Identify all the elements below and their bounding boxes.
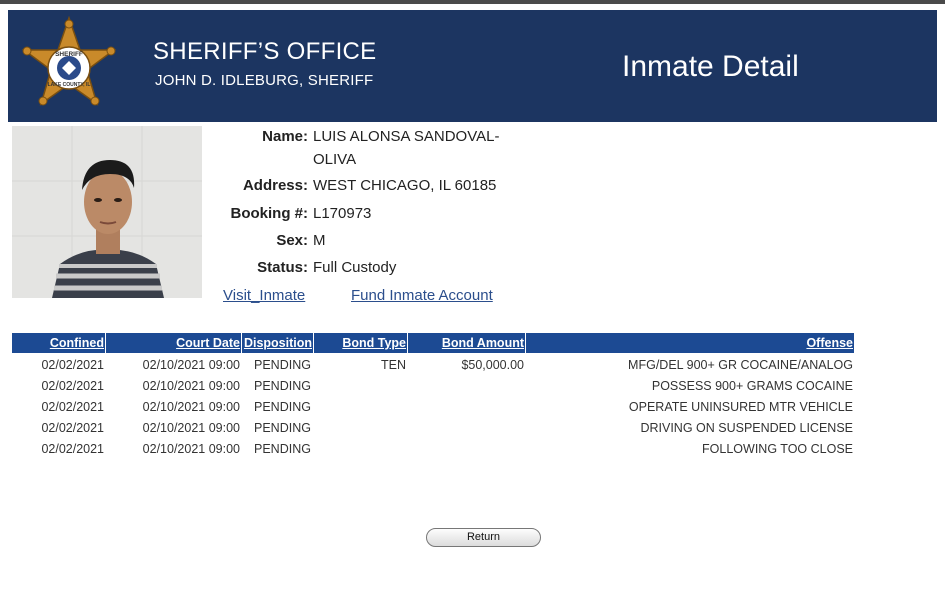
column-header-bond-amount[interactable]: Bond Amount bbox=[408, 333, 524, 353]
address-label: Address: bbox=[242, 177, 308, 194]
visit-inmate-link[interactable]: Visit_Inmate bbox=[223, 287, 305, 304]
status-label: Status: bbox=[257, 259, 308, 276]
cell-confined: 02/02/2021 bbox=[41, 379, 104, 393]
sheriff-star-badge-icon: SHERIFF LAKE COUNTY, IL bbox=[21, 16, 117, 106]
cell-bond-amount: $50,000.00 bbox=[461, 358, 524, 372]
cell-offense: OPERATE UNINSURED MTR VEHICLE bbox=[628, 400, 853, 414]
cell-confined: 02/02/2021 bbox=[41, 358, 104, 372]
cell-confined: 02/02/2021 bbox=[41, 421, 104, 435]
cell-court-date: 02/10/2021 09:00 bbox=[142, 379, 240, 393]
cell-offense: DRIVING ON SUSPENDED LICENSE bbox=[640, 421, 853, 435]
cell-confined: 02/02/2021 bbox=[41, 400, 104, 414]
cell-court-date: 02/10/2021 09:00 bbox=[142, 400, 240, 414]
inmate-name: LUIS ALONSA SANDOVAL- bbox=[313, 128, 500, 145]
cell-court-date: 02/10/2021 09:00 bbox=[142, 442, 240, 456]
office-title: SHERIFF’S OFFICE bbox=[153, 38, 377, 65]
cell-disposition: PENDING bbox=[254, 442, 311, 456]
cell-court-date: 02/10/2021 09:00 bbox=[142, 358, 240, 372]
cell-confined: 02/02/2021 bbox=[41, 442, 104, 456]
top-strip bbox=[0, 0, 945, 4]
cell-bond-type: TEN bbox=[381, 358, 406, 372]
header-banner: SHERIFF LAKE COUNTY, IL SHERIFF’S OFFICE… bbox=[8, 10, 937, 122]
return-button[interactable]: Return bbox=[426, 528, 541, 547]
svg-text:LAKE COUNTY, IL: LAKE COUNTY, IL bbox=[48, 82, 91, 88]
inmate-name-continued: OLIVA bbox=[313, 151, 357, 168]
cell-offense: POSSESS 900+ GRAMS COCAINE bbox=[651, 379, 853, 393]
cell-disposition: PENDING bbox=[254, 379, 311, 393]
sex-label: Sex: bbox=[276, 232, 308, 249]
charges-table-header: Confined Court Date Disposition Bond Typ… bbox=[12, 333, 854, 353]
cell-offense: FOLLOWING TOO CLOSE bbox=[702, 442, 853, 456]
name-label: Name: bbox=[262, 128, 308, 145]
cell-disposition: PENDING bbox=[254, 400, 311, 414]
sheriff-name: JOHN D. IDLEBURG, SHERIFF bbox=[155, 72, 374, 89]
custody-status: Full Custody bbox=[313, 259, 397, 276]
page-title: Inmate Detail bbox=[622, 50, 799, 83]
svg-text:SHERIFF: SHERIFF bbox=[55, 51, 83, 58]
fund-inmate-account-link[interactable]: Fund Inmate Account bbox=[351, 287, 493, 304]
column-header-bond-type[interactable]: Bond Type bbox=[314, 333, 406, 353]
column-header-court-date[interactable]: Court Date bbox=[106, 333, 240, 353]
cell-disposition: PENDING bbox=[254, 421, 311, 435]
cell-disposition: PENDING bbox=[254, 358, 311, 372]
inmate-address: WEST CHICAGO, IL 60185 bbox=[313, 177, 497, 194]
booking-label: Booking #: bbox=[230, 205, 309, 222]
cell-offense: MFG/DEL 900+ GR COCAINE/ANALOG bbox=[628, 358, 853, 372]
cell-court-date: 02/10/2021 09:00 bbox=[142, 421, 240, 435]
column-header-offense[interactable]: Offense bbox=[526, 333, 853, 353]
column-header-disposition[interactable]: Disposition bbox=[242, 333, 312, 353]
column-header-confined[interactable]: Confined bbox=[12, 333, 104, 353]
inmate-sex: M bbox=[313, 232, 326, 249]
booking-number: L170973 bbox=[313, 205, 372, 222]
